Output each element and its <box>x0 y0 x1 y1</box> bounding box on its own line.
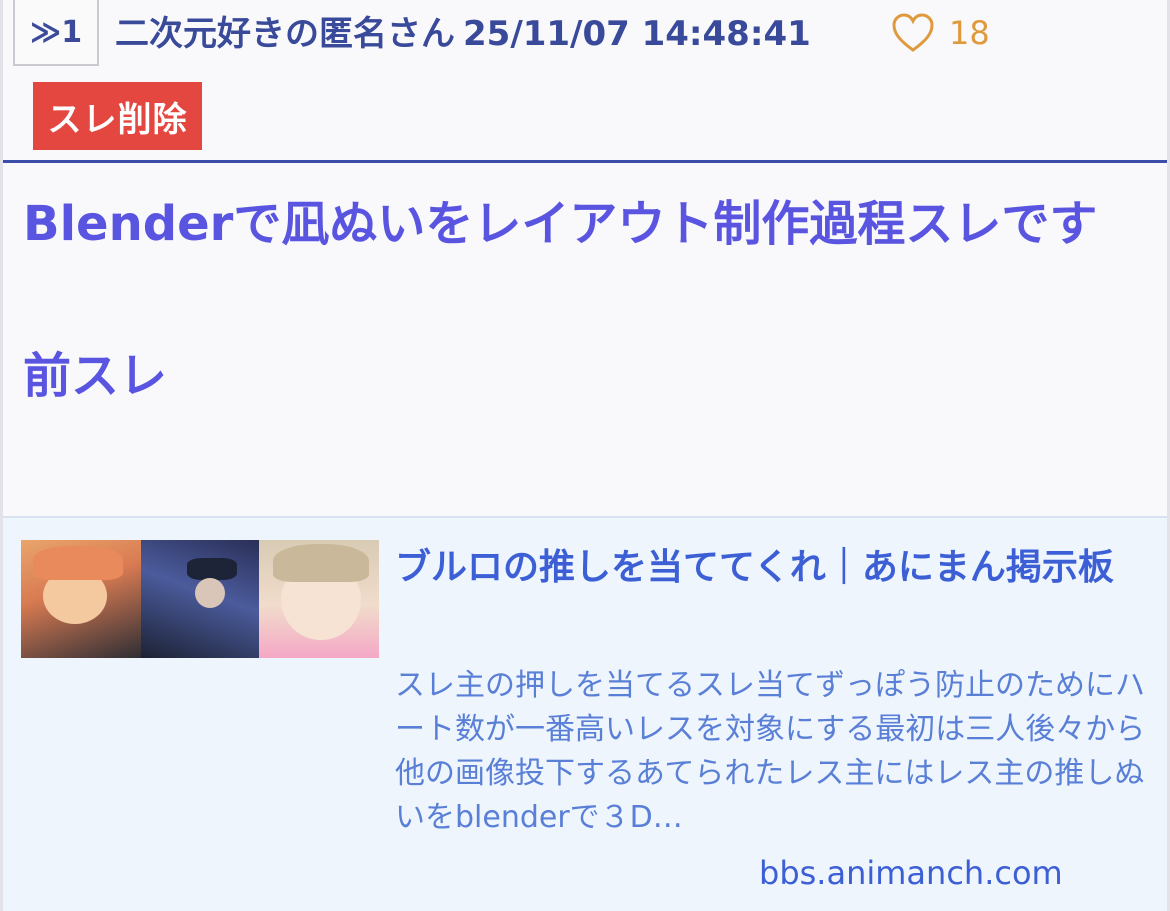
delete-thread-button[interactable]: スレ削除 <box>33 82 202 150</box>
thread-post: ≫1 二次元好きの匿名さん 25/11/07 14:48:41 18 スレ削除 B… <box>0 0 1170 911</box>
reply-number-button[interactable]: ≫1 <box>13 0 99 66</box>
author-name: 二次元好きの匿名さん <box>115 14 455 54</box>
heart-icon <box>892 13 934 52</box>
link-preview-domain: bbs.animanch.com <box>759 854 1063 892</box>
post-timestamp: 25/11/07 14:48:41 <box>463 14 811 54</box>
thumbnail-panel-1 <box>21 540 141 658</box>
like-button[interactable]: 18 <box>891 10 990 56</box>
like-count: 18 <box>949 14 990 52</box>
thumbnail-panel-2 <box>141 540 259 658</box>
link-preview-card[interactable]: ブルロの推しを当ててくれ｜あにまん掲示板 スレ主の押しを当てるスレ当てずっぽう防… <box>3 516 1167 911</box>
link-preview-thumbnail <box>21 540 379 658</box>
link-preview-title[interactable]: ブルロの推しを当ててくれ｜あにまん掲示板 <box>395 544 1155 592</box>
link-preview-description: スレ主の押しを当てるスレ当てずっぽう防止のためにハート数が一番高いレスを対象にす… <box>395 668 1146 835</box>
previous-thread-link[interactable]: 前スレ <box>23 338 1143 414</box>
header-divider <box>3 160 1167 163</box>
post-header: ≫1 二次元好きの匿名さん 25/11/07 14:48:41 18 スレ削除 <box>3 0 1167 160</box>
post-body-title: Blenderで凪ぬいをレイアウト制作過程スレです <box>23 196 1098 252</box>
post-body: Blenderで凪ぬいをレイアウト制作過程スレです 前スレ <box>23 186 1143 414</box>
thumbnail-panel-3 <box>259 540 379 658</box>
post-meta: 二次元好きの匿名さん 25/11/07 14:48:41 <box>115 6 811 55</box>
